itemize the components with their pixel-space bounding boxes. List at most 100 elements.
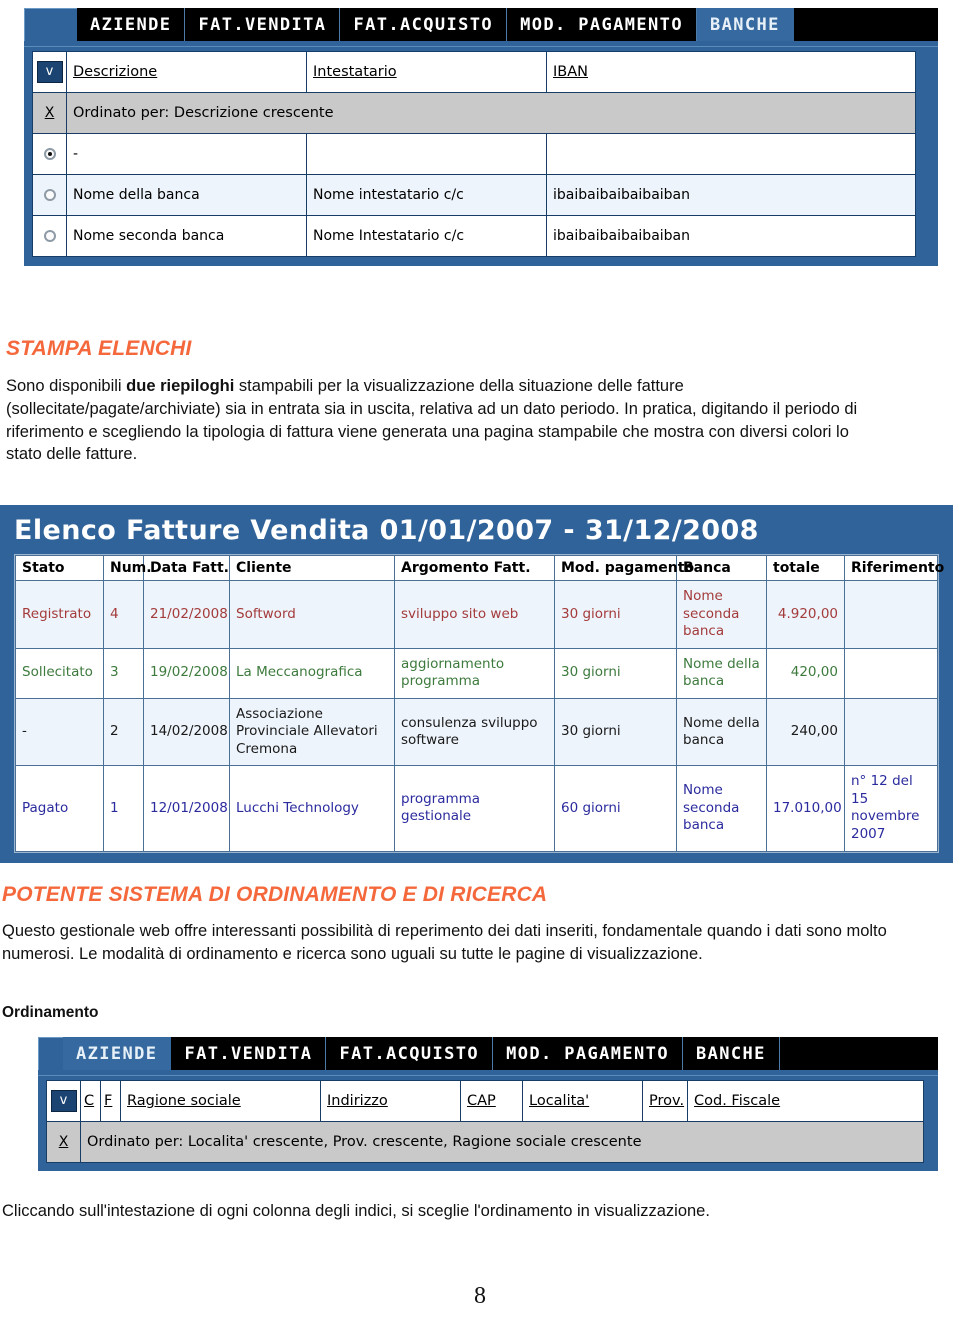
table-row: Registrato 4 21/02/2008 Softword svilupp… <box>15 580 938 649</box>
nav-tab-banche[interactable]: BANCHE <box>682 1037 780 1070</box>
cell-banca: Nome della banca <box>676 697 767 767</box>
cell-riferimento: n° 12 del 15 novembre 2007 <box>844 765 938 852</box>
cell-intestatario: Nome Intestatario c/c <box>306 215 547 257</box>
cell-totale: 420,00 <box>766 647 845 699</box>
banche-index-table: v Descrizione Intestatario IBAN X Ordina… <box>32 51 916 257</box>
cell-data: 12/01/2008 <box>143 765 230 852</box>
column-header-indirizzo[interactable]: Indirizzo <box>320 1080 461 1122</box>
row-select-cell <box>32 215 67 257</box>
column-header-f[interactable]: F <box>100 1080 121 1122</box>
view-button-cell: v <box>32 51 67 93</box>
nav-tab-aziende[interactable]: AZIENDE <box>63 1037 172 1070</box>
cell-iban <box>546 133 916 175</box>
nav-tab-mod-pagamento[interactable]: MOD. PAGAMENTO <box>507 8 697 41</box>
cell-data: 14/02/2008 <box>143 697 230 767</box>
cell-descrizione: Nome della banca <box>66 174 307 216</box>
section-subheading-ordinamento: Ordinamento <box>2 1004 99 1021</box>
column-header-localita[interactable]: Localita' <box>522 1080 643 1122</box>
row-radio[interactable] <box>43 148 56 160</box>
table-row[interactable]: Nome della banca Nome intestatario c/c i… <box>32 174 916 216</box>
column-header-ragione-sociale[interactable]: Ragione sociale <box>120 1080 321 1122</box>
cell-argomento: aggiornamento programma <box>394 647 555 699</box>
column-header-label: CAP <box>467 1093 496 1109</box>
invoice-grid-wrapper: Stato Num. Data Fatt. Cliente Argomento … <box>14 554 944 853</box>
cell-cliente: Softword <box>229 580 395 649</box>
column-header-c[interactable]: C <box>80 1080 101 1122</box>
cell-pagamento: 30 giorni <box>554 697 677 767</box>
table-header-row: v C F Ragione sociale Indirizzo CAP Loca… <box>46 1080 924 1122</box>
aziende-grid-wrapper: v C F Ragione sociale Indirizzo CAP Loca… <box>38 1076 938 1171</box>
column-header-mod-pagamento: Mod. pagamento <box>554 555 694 581</box>
table-row: Pagato 1 12/01/2008 Lucchi Technology pr… <box>15 765 938 852</box>
cell-banca: Nome seconda banca <box>676 765 767 852</box>
row-radio[interactable] <box>43 189 56 201</box>
screenshot-invoice-listing: Elenco Fatture Vendita 01/01/2007 - 31/1… <box>0 505 953 863</box>
cell-riferimento <box>844 697 938 767</box>
column-header-stato: Stato <box>15 555 104 581</box>
column-header-label: Indirizzo <box>327 1093 388 1109</box>
row-radio[interactable] <box>43 230 56 242</box>
nav-tab-banche[interactable]: BANCHE <box>696 8 794 41</box>
navbar-right-filler <box>793 8 938 41</box>
column-header-label: Prov. <box>649 1093 685 1109</box>
view-button[interactable]: v <box>50 1090 77 1112</box>
column-header-totale: totale <box>766 555 845 581</box>
cell-data: 21/02/2008 <box>143 580 230 649</box>
bottom-caption: Cliccando sull'intestazione di ogni colo… <box>2 1202 710 1220</box>
cell-totale: 240,00 <box>766 697 845 767</box>
cell-totale: 4.920,00 <box>766 580 845 649</box>
cell-riferimento <box>844 580 938 649</box>
banche-navbar: AZIENDE FAT.VENDITA FAT.ACQUISTO MOD. PA… <box>24 8 938 41</box>
column-header-label: Ragione sociale <box>127 1093 241 1109</box>
invoice-listing-title: Elenco Fatture Vendita 01/01/2007 - 31/1… <box>14 515 759 546</box>
nav-tab-fat-acquisto[interactable]: FAT.ACQUISTO <box>326 1037 494 1070</box>
banche-grid-wrapper: v Descrizione Intestatario IBAN X Ordina… <box>24 47 938 266</box>
cell-banca: Nome seconda banca <box>676 580 767 649</box>
column-header-iban[interactable]: IBAN <box>546 51 916 93</box>
nav-tab-mod-pagamento[interactable]: MOD. PAGAMENTO <box>493 1037 683 1070</box>
section-heading-stampa: STAMPA ELENCHI <box>6 337 192 360</box>
cell-stato: - <box>15 697 104 767</box>
column-header-prov[interactable]: Prov. <box>642 1080 688 1122</box>
nav-tab-fat-acquisto[interactable]: FAT.ACQUISTO <box>340 8 508 41</box>
screenshot-aziende: AZIENDE FAT.VENDITA FAT.ACQUISTO MOD. PA… <box>38 1037 938 1171</box>
column-header-cap[interactable]: CAP <box>460 1080 523 1122</box>
cell-descrizione: - <box>66 133 307 175</box>
column-header-descrizione[interactable]: Descrizione <box>66 51 307 93</box>
view-button[interactable]: v <box>36 61 63 83</box>
invoice-header-row: Stato Num. Data Fatt. Cliente Argomento … <box>15 555 944 581</box>
sort-indicator-row: X Ordinato per: Descrizione crescente <box>32 92 916 134</box>
table-row[interactable]: - <box>32 133 916 175</box>
cell-iban: ibaibaibaibaibaiban <box>546 215 916 257</box>
column-header-argomento-fatt: Argomento Fatt. <box>394 555 555 581</box>
cell-stato: Pagato <box>15 765 104 852</box>
cell-cliente: Lucchi Technology <box>229 765 395 852</box>
column-header-intestatario[interactable]: Intestatario <box>306 51 547 93</box>
cell-num: 1 <box>103 765 144 852</box>
nav-tab-fat-vendita[interactable]: FAT.VENDITA <box>185 8 341 41</box>
column-header-label: F <box>104 1093 113 1109</box>
clear-sort-link[interactable]: X <box>59 1134 69 1150</box>
navbar-left-spacer <box>24 8 77 41</box>
screenshot-banche: AZIENDE FAT.VENDITA FAT.ACQUISTO MOD. PA… <box>24 8 938 266</box>
column-header-label: IBAN <box>553 64 588 80</box>
aziende-navbar: AZIENDE FAT.VENDITA FAT.ACQUISTO MOD. PA… <box>38 1037 938 1070</box>
cell-pagamento: 60 giorni <box>554 765 677 852</box>
table-row[interactable]: Nome seconda banca Nome Intestatario c/c… <box>32 215 916 257</box>
table-row: - 2 14/02/2008 Associazione Provinciale … <box>15 697 938 767</box>
section-heading-ordinamento: POTENTE SISTEMA DI ORDINAMENTO E DI RICE… <box>2 883 548 906</box>
column-header-cliente: Cliente <box>229 555 395 581</box>
cell-argomento: programma gestionale <box>394 765 555 852</box>
cell-stato: Sollecitato <box>15 647 104 699</box>
nav-tab-fat-vendita[interactable]: FAT.VENDITA <box>171 1037 327 1070</box>
clear-sort-link[interactable]: X <box>45 105 55 121</box>
cell-banca: Nome della banca <box>676 647 767 699</box>
cell-pagamento: 30 giorni <box>554 580 677 649</box>
nav-tab-aziende[interactable]: AZIENDE <box>77 8 186 41</box>
cell-data: 19/02/2008 <box>143 647 230 699</box>
cell-stato: Registrato <box>15 580 104 649</box>
view-button-cell: v <box>46 1080 81 1122</box>
cell-totale: 17.010,00 <box>766 765 845 852</box>
table-header-row: v Descrizione Intestatario IBAN <box>32 51 916 93</box>
column-header-cod-fiscale[interactable]: Cod. Fiscale <box>687 1080 924 1122</box>
